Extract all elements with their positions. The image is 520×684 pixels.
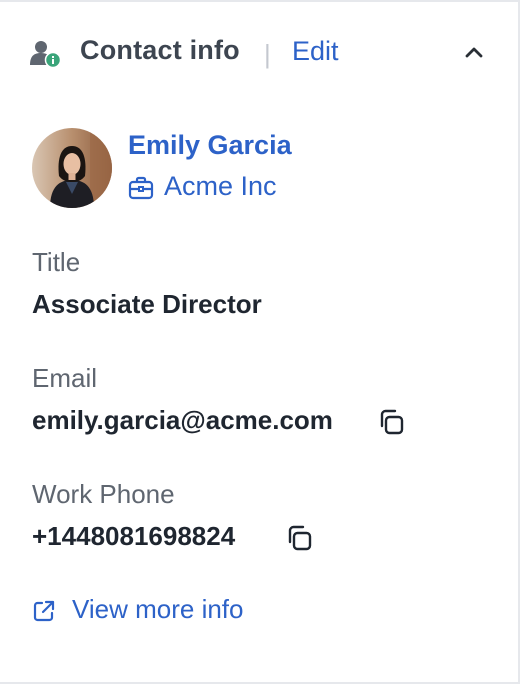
phone-value: +1448081698824 <box>32 521 236 551</box>
avatar <box>32 128 112 208</box>
copy-email-icon[interactable] <box>378 408 406 436</box>
email-label: Email <box>32 363 98 393</box>
chevron-up-icon[interactable] <box>462 42 486 62</box>
user-info-icon <box>30 41 62 69</box>
email-value: emily.garcia@acme.com <box>32 405 333 435</box>
external-link-icon <box>33 600 55 622</box>
briefcase-icon <box>128 176 154 200</box>
title-separator: | <box>264 39 271 69</box>
phone-label: Work Phone <box>32 479 175 509</box>
panel-title: Contact info <box>80 35 240 65</box>
copy-phone-icon[interactable] <box>286 524 314 552</box>
panel-header: Contact info | Edit <box>0 2 518 102</box>
contact-info-panel: Contact info | Edit Emily Garcia Acme In… <box>0 0 520 684</box>
title-label: Title <box>32 247 81 277</box>
view-more-info-link[interactable]: View more info <box>72 594 244 625</box>
contact-name-link[interactable]: Emily Garcia <box>128 130 292 161</box>
company-link[interactable]: Acme Inc <box>164 171 277 202</box>
title-value: Associate Director <box>32 289 262 319</box>
edit-link[interactable]: Edit <box>292 36 339 67</box>
